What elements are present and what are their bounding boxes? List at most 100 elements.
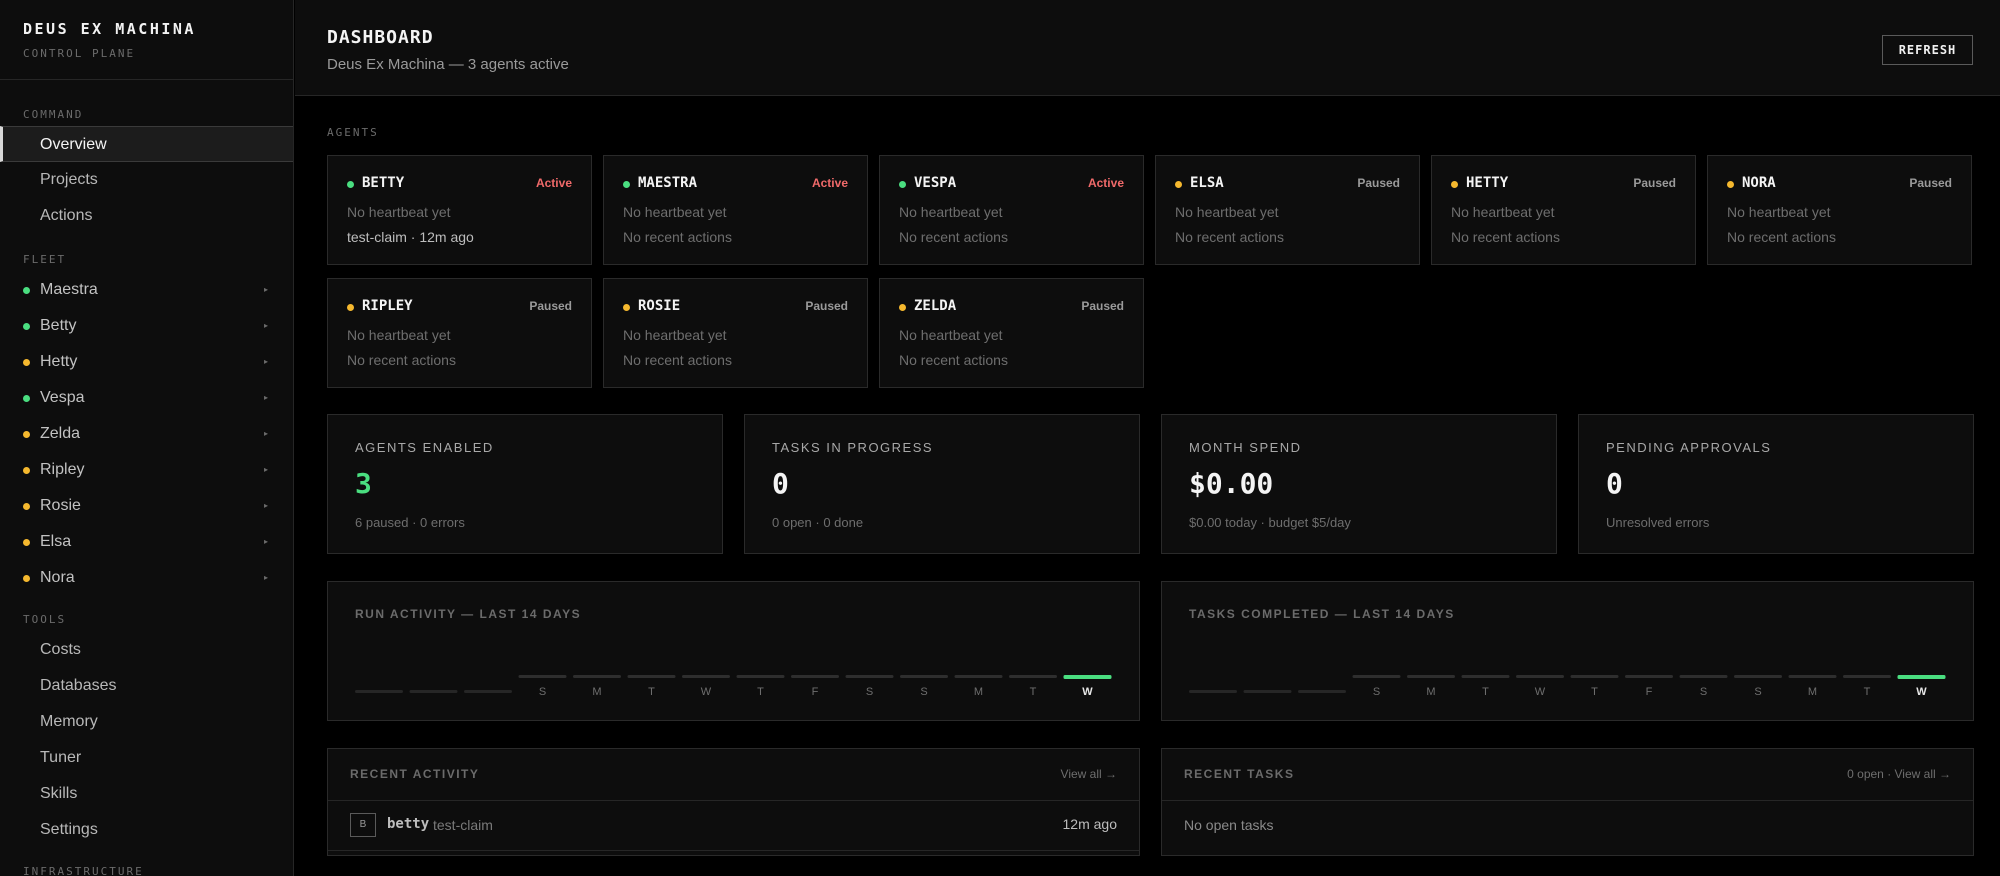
agent-status: Paused xyxy=(805,299,848,313)
chart-tick-label: M xyxy=(592,686,601,698)
chart-tick-label: W xyxy=(1535,686,1546,698)
agent-heartbeat: No heartbeat yet xyxy=(623,204,727,220)
stat-label: AGENTS ENABLED xyxy=(355,440,494,455)
sidebar-item-databases[interactable]: Databases xyxy=(0,668,293,704)
recent-tasks-view-all-link[interactable]: 0 open · View all → xyxy=(1847,767,1951,781)
sidebar-item-actions[interactable]: Actions xyxy=(0,198,293,234)
page-title: DASHBOARD xyxy=(327,27,434,48)
chart-tick-label: W xyxy=(1082,686,1093,698)
chart-bar xyxy=(1298,690,1346,693)
chart-tick-label: S xyxy=(539,686,546,698)
chart-bar xyxy=(1734,675,1782,678)
agent-card-vespa[interactable]: VESPA Active No heartbeat yet No recent act… xyxy=(879,155,1144,265)
sidebar-item-ripley[interactable]: Ripley ▸ xyxy=(0,452,293,488)
agent-heartbeat: No heartbeat yet xyxy=(1175,204,1279,220)
sidebar-item-costs[interactable]: Costs xyxy=(0,632,293,668)
sidebar-item-betty[interactable]: Betty ▸ xyxy=(0,308,293,344)
sidebar-item-nora[interactable]: Nora ▸ xyxy=(0,560,293,596)
agent-card-rosie[interactable]: ROSIE Paused No heartbeat yet No recent act… xyxy=(603,278,868,388)
page-subtitle: Deus Ex Machina — 3 agents active xyxy=(327,56,569,73)
recent-activity-view-all-link[interactable]: View all → xyxy=(1061,767,1117,781)
recent-activity-title: RECENT ACTIVITY xyxy=(350,767,480,781)
refresh-button[interactable]: REFRESH xyxy=(1882,35,1973,65)
chevron-right-icon[interactable]: ▸ xyxy=(264,308,268,344)
agent-status: Paused xyxy=(529,299,572,313)
agent-recent-action: No recent actions xyxy=(899,229,1008,245)
chart-tick-label: S xyxy=(1754,686,1761,698)
sidebar-item-skills[interactable]: Skills xyxy=(0,776,293,812)
status-dot xyxy=(23,431,30,438)
chart-bar xyxy=(736,675,785,678)
fleet-list: Maestra ▸ Betty ▸ Hetty ▸ Vespa ▸ Zelda ▸ Ripley ▸ R… xyxy=(0,272,293,596)
chevron-right-icon[interactable]: ▸ xyxy=(264,560,268,596)
agent-card-ripley[interactable]: RIPLEY Paused No heartbeat yet No recent ac… xyxy=(327,278,592,388)
chart-tick-label: S xyxy=(1373,686,1380,698)
status-dot xyxy=(899,304,906,311)
chart-tick-label: F xyxy=(812,686,819,698)
chart-tick-label: W xyxy=(701,686,712,698)
sidebar-item-label: Maestra xyxy=(40,281,98,298)
chart-tick-label: M xyxy=(1426,686,1435,698)
chart-tick-label: T xyxy=(757,686,764,698)
status-dot xyxy=(623,181,630,188)
agent-card-nora[interactable]: NORA Paused No heartbeat yet No recent acti… xyxy=(1707,155,1972,265)
status-dot xyxy=(23,287,30,294)
sidebar-item-hetty[interactable]: Hetty ▸ xyxy=(0,344,293,380)
chevron-right-icon[interactable]: ▸ xyxy=(264,344,268,380)
chevron-right-icon[interactable]: ▸ xyxy=(264,416,268,452)
chevron-right-icon[interactable]: ▸ xyxy=(264,380,268,416)
chart-bar xyxy=(1516,675,1564,678)
agent-card-zelda[interactable]: ZELDA Paused No heartbeat yet No recent act… xyxy=(879,278,1144,388)
chart-bar xyxy=(1189,690,1237,693)
chart-tick-label: T xyxy=(1482,686,1489,698)
brand-subtitle: CONTROL PLANE xyxy=(23,47,136,60)
status-dot xyxy=(347,181,354,188)
stat-card-agents-enabled: AGENTS ENABLED 3 6 paused · 0 errors xyxy=(327,414,723,554)
chart-bar xyxy=(1009,675,1057,678)
sidebar-item-label: Nora xyxy=(40,569,75,586)
agent-card-elsa[interactable]: ELSA Paused No heartbeat yet No recent acti… xyxy=(1155,155,1420,265)
agent-card-maestra[interactable]: MAESTRA Active No heartbeat yet No recent a… xyxy=(603,155,868,265)
chart-bar xyxy=(573,675,621,678)
chevron-right-icon[interactable]: ▸ xyxy=(264,272,268,308)
chevron-right-icon[interactable]: ▸ xyxy=(264,452,268,488)
stat-value: 0 xyxy=(1606,467,1623,500)
chart-bar xyxy=(518,675,567,678)
status-dot xyxy=(23,467,30,474)
chart-bar xyxy=(845,675,894,678)
agent-card-hetty[interactable]: HETTY Paused No heartbeat yet No recent act… xyxy=(1431,155,1696,265)
sidebar-item-zelda[interactable]: Zelda ▸ xyxy=(0,416,293,452)
stat-card-tasks-in-progress: TASKS IN PROGRESS 0 0 open · 0 done xyxy=(744,414,1140,554)
stat-card-pending-approvals: PENDING APPROVALS 0 Unresolved errors xyxy=(1578,414,1974,554)
agent-recent-action: No recent actions xyxy=(1727,229,1836,245)
sidebar-item-tuner[interactable]: Tuner xyxy=(0,740,293,776)
agent-card-betty[interactable]: BETTY Active No heartbeat yet test-claim · … xyxy=(327,155,592,265)
stat-value: 3 xyxy=(355,467,372,500)
sidebar-item-vespa[interactable]: Vespa ▸ xyxy=(0,380,293,416)
chart-tick-label: F xyxy=(1646,686,1653,698)
chevron-right-icon[interactable]: ▸ xyxy=(264,488,268,524)
activity-row[interactable]: B betty test-claim 12m ago xyxy=(328,801,1139,851)
sidebar-item-projects[interactable]: Projects xyxy=(0,162,293,198)
stat-card-month-spend: MONTH SPEND $0.00 $0.00 today · budget $5/… xyxy=(1161,414,1557,554)
chart-bar xyxy=(954,675,1003,678)
sidebar: DEUS EX MACHINA CONTROL PLANE COMMAND Ov… xyxy=(0,0,294,876)
sidebar-item-settings[interactable]: Settings xyxy=(0,812,293,848)
chart-bar xyxy=(409,690,458,693)
agent-recent-action: No recent actions xyxy=(623,352,732,368)
agent-status: Paused xyxy=(1633,176,1676,190)
tasks-completed-chart: TASKS COMPLETED — LAST 14 DAYS SMTWTFSSM… xyxy=(1161,581,1974,721)
agent-recent-action: No recent actions xyxy=(1175,229,1284,245)
agents-section-label: AGENTS xyxy=(327,126,379,139)
sidebar-item-memory[interactable]: Memory xyxy=(0,704,293,740)
status-dot xyxy=(1175,181,1182,188)
chart-bar xyxy=(355,690,403,693)
sidebar-item-maestra[interactable]: Maestra ▸ xyxy=(0,272,293,308)
agent-heartbeat: No heartbeat yet xyxy=(623,327,727,343)
sidebar-item-elsa[interactable]: Elsa ▸ xyxy=(0,524,293,560)
stat-value: $0.00 xyxy=(1189,467,1274,500)
sidebar-item-overview[interactable]: Overview xyxy=(0,126,293,162)
agent-name: MAESTRA xyxy=(638,175,698,191)
chevron-right-icon[interactable]: ▸ xyxy=(264,524,268,560)
sidebar-item-rosie[interactable]: Rosie ▸ xyxy=(0,488,293,524)
